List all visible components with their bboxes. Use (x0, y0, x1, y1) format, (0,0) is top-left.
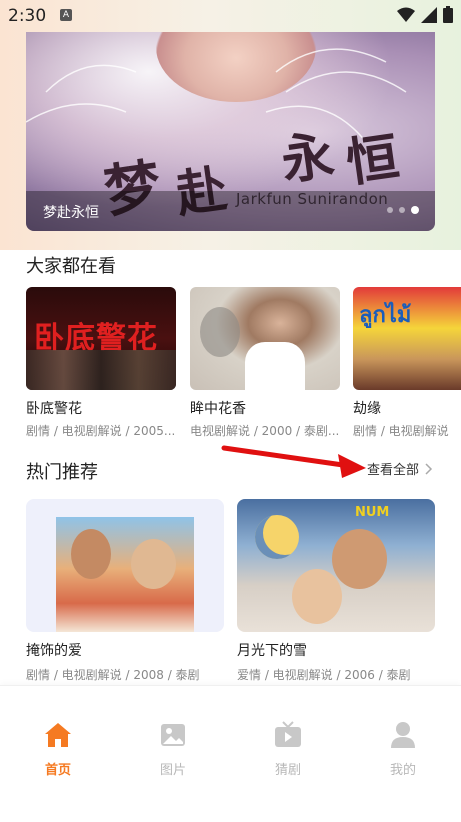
status-bar: 2:30 A (0, 0, 461, 32)
annotation-arrow (221, 445, 366, 478)
status-icons (397, 6, 453, 23)
recommend-card[interactable]: NUM 月光下的雪 爱情 / 电视剧解说 / 2006 / 泰剧 (237, 499, 435, 683)
tab-label: 首页 (44, 763, 71, 778)
recommend-meta: 剧情 / 电视剧解说 / 2008 / 泰剧 (26, 668, 200, 682)
drama-card[interactable]: 卧底警花 卧底警花 剧情 / 电视剧解说 / 2005... (26, 287, 176, 437)
drama-title: 眸中花香 (190, 401, 246, 417)
tv-icon (275, 721, 301, 747)
status-time: 2:30 (8, 6, 47, 26)
recommend-title: 月光下的雪 (237, 643, 307, 659)
tab-guess[interactable]: 猜剧 (258, 721, 318, 778)
notification-icon: A (60, 9, 72, 21)
see-all-link[interactable]: 查看全部 (367, 459, 433, 478)
section-title-watching: 大家都在看 (26, 256, 116, 277)
banner-calligraphy: 恒 (342, 126, 403, 195)
drama-card[interactable]: 眸中花香 电视剧解说 / 2000 / 泰剧... (190, 287, 340, 437)
recommend-card[interactable]: 掩饰的爱 剧情 / 电视剧解说 / 2008 / 泰剧 (26, 499, 224, 683)
poster-title: NUM (355, 505, 390, 520)
banner-caption-bar: 梦赴永恒 (26, 191, 435, 231)
recommend-meta: 爱情 / 电视剧解说 / 2006 / 泰剧 (237, 668, 411, 682)
pagination-dot[interactable] (399, 207, 405, 213)
poster-title: ลูกไม้ (359, 303, 412, 328)
recommend-poster (26, 499, 224, 632)
drama-poster (190, 287, 340, 390)
recommend-title: 掩饰的爱 (26, 643, 82, 659)
see-all-label: 查看全部 (367, 463, 420, 478)
drama-title: 劫缘 (353, 401, 381, 417)
drama-meta: 剧情 / 电视剧解说 / 2005... (26, 424, 176, 437)
banner-caption: 梦赴永恒 (43, 205, 99, 221)
banner-calligraphy: 永 (277, 124, 338, 193)
section-title-hot: 热门推荐 (26, 462, 98, 483)
recommend-poster: NUM (237, 499, 435, 632)
tab-mine[interactable]: 我的 (373, 721, 433, 778)
battery-icon (443, 6, 453, 23)
watching-carousel[interactable]: 卧底警花 卧底警花 剧情 / 电视剧解说 / 2005... 眸中花香 电视剧解… (26, 287, 461, 437)
tab-label: 猜剧 (274, 763, 301, 778)
wifi-icon (397, 7, 415, 22)
pagination-dot-active[interactable] (411, 206, 419, 214)
drama-meta: 剧情 / 电视剧解说 (353, 424, 449, 437)
signal-icon (421, 6, 437, 23)
drama-card[interactable]: ลูกไม้ 劫缘 剧情 / 电视剧解说 (353, 287, 461, 437)
tab-images[interactable]: 图片 (143, 721, 203, 778)
user-icon (391, 722, 415, 748)
hero-banner[interactable]: 梦 赴 永 恒 Jarkfun Sunirandon 梦赴永恒 (26, 32, 435, 231)
drama-poster: ลูกไม้ (353, 287, 461, 390)
home-icon (45, 723, 71, 747)
tab-label: 图片 (159, 763, 186, 778)
tab-home[interactable]: 首页 (28, 721, 88, 778)
chevron-right-icon (425, 462, 433, 475)
bottom-tab-bar: 首页 图片 猜剧 我的 (0, 685, 461, 822)
banner-pagination (387, 206, 419, 214)
drama-poster: 卧底警花 (26, 287, 176, 390)
tab-label: 我的 (389, 763, 416, 778)
drama-meta: 电视剧解说 / 2000 / 泰剧... (190, 424, 340, 437)
image-icon (161, 724, 185, 746)
drama-title: 卧底警花 (26, 401, 82, 417)
pagination-dot[interactable] (387, 207, 393, 213)
